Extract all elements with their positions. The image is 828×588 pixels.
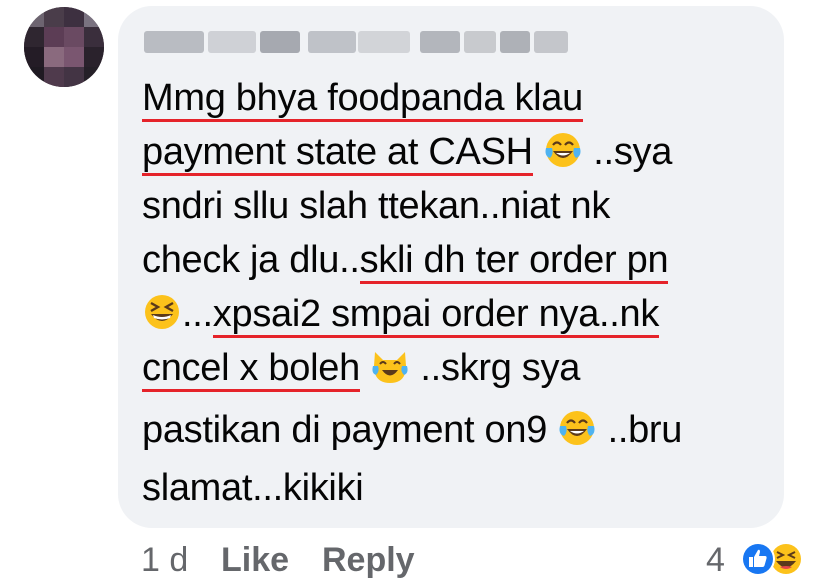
comment-text-line: payment state at CASH ..sya [142,126,672,178]
tears-of-joy-emoji-icon [543,130,583,170]
underlined-text: payment state at CASH [142,131,533,176]
comment-text: ... [182,293,213,335]
reply-button[interactable]: Reply [322,539,415,581]
comment-text: slamat...kikiki [142,467,364,509]
avatar[interactable] [24,7,104,87]
reaction-count[interactable]: 4 [706,539,725,581]
like-reaction-icon [741,542,775,576]
comment-text-line: slamat...kikiki [142,462,364,514]
comment-text: sndri sllu slah ttekan..niat nk [142,185,611,227]
underlined-text: cncel x boleh [142,347,360,392]
comment-text-line: Mmg bhya foodpanda klau [142,72,583,124]
comment-text: check ja dlu.. [142,239,360,281]
reactions-summary[interactable] [738,539,808,579]
underlined-text: xpsai2 smpai order nya..nk [212,293,659,338]
comment-text-line: ...xpsai2 smpai order nya..nk [142,288,659,340]
comment-text-line: sndri sllu slah ttekan..niat nk [142,180,610,232]
comment-timestamp[interactable]: 1 d [141,539,188,581]
comment-text-line: pastikan di payment on9 ..bru [142,404,682,456]
comment-text: ..skrg sya [410,347,581,389]
comment-text: ..sya [583,131,673,173]
underlined-text: skli dh ter order pn [359,239,669,284]
comment-text: pastikan di payment on9 [142,409,548,451]
comment-text-line: check ja dlu..skli dh ter order pn [142,234,669,286]
underlined-text: Mmg bhya foodpanda klau [142,77,583,122]
comment-author-name[interactable] [144,27,568,55]
comment-text-line: cncel x boleh ..skrg sya [142,342,580,394]
comment-text: ..bru [597,409,683,451]
cat-tears-of-joy-emoji-icon [370,346,410,386]
tears-of-joy-emoji-icon [557,408,597,448]
grinning-squinting-emoji-icon [142,292,182,332]
like-button[interactable]: Like [221,539,289,581]
